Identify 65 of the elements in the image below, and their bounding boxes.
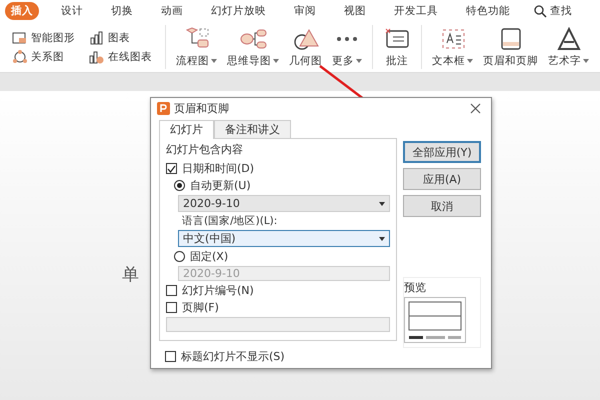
toolbar-button[interactable]: 思维导图 xyxy=(222,26,284,68)
group-label: 幻灯片包含内容 xyxy=(166,142,244,157)
toolbar-button[interactable]: 在线图表 xyxy=(89,50,152,64)
mind-map-icon xyxy=(239,26,267,50)
app-logo-icon xyxy=(157,102,170,114)
caret-icon xyxy=(273,58,279,62)
radio-option[interactable]: 自动更新(U) xyxy=(166,178,390,193)
language-label: 语言(国家/地区)(L): xyxy=(182,214,278,228)
language-dropdown[interactable]: 中文(中国) xyxy=(178,230,390,247)
art-letter-icon xyxy=(554,26,582,50)
caret-icon xyxy=(356,58,362,62)
dialog-button[interactable]: 取消 xyxy=(403,195,481,217)
close-icon[interactable] xyxy=(470,102,481,114)
ribbon-tab[interactable]: 幻灯片放映 xyxy=(205,2,272,20)
dialog-button[interactable]: 全部应用(Y) xyxy=(403,141,481,163)
slide-subtitle: 单 xyxy=(122,264,139,286)
search-button[interactable]: 查找 xyxy=(534,4,572,18)
ribbon-tab[interactable]: 视图 xyxy=(338,2,372,20)
smart-shape-icon xyxy=(12,30,28,44)
dialog-title: 页眉和页脚 xyxy=(174,100,229,116)
caret-icon xyxy=(467,58,473,62)
slide-preview-drawing xyxy=(404,297,466,343)
preview-label: 预览 xyxy=(404,280,426,295)
toolbar-button[interactable]: 图表 xyxy=(89,30,152,44)
dropdown-arrow-icon xyxy=(379,202,385,206)
date-format-dropdown[interactable]: 2020-9-10 xyxy=(178,195,390,212)
radio-button[interactable] xyxy=(174,251,185,262)
checkbox[interactable] xyxy=(165,351,176,362)
checkbox-option[interactable]: 幻灯片编号(N) xyxy=(166,283,390,298)
toolbar-button[interactable]: 流程图 xyxy=(171,26,222,68)
toolbar-button[interactable]: 艺术字 xyxy=(543,26,594,68)
ribbon-tab[interactable]: 开发工具 xyxy=(388,2,444,20)
shapes-icon xyxy=(292,26,320,50)
toolbar-button[interactable]: 更多 xyxy=(327,26,367,68)
ribbon-tab[interactable]: 切换 xyxy=(105,2,139,20)
online-chart-icon xyxy=(89,50,105,64)
checkbox[interactable] xyxy=(166,302,177,313)
checkbox-option[interactable]: 日期和时间(D) xyxy=(166,161,390,176)
bar-chart-icon xyxy=(89,30,105,44)
dialog-button[interactable]: 应用(A) xyxy=(403,168,481,190)
toolbar-button[interactable]: 页眉和页脚 xyxy=(478,26,543,68)
ribbon-tab[interactable]: 动画 xyxy=(155,2,189,20)
caret-icon xyxy=(211,58,217,62)
ribbon-tab[interactable]: 设计 xyxy=(55,2,89,20)
dropdown-arrow-icon xyxy=(379,236,385,240)
more-icon xyxy=(337,36,357,40)
checkbox[interactable] xyxy=(166,285,177,296)
radio-button[interactable] xyxy=(174,180,185,191)
dialog-tab[interactable]: 幻灯片 xyxy=(159,120,214,139)
toolbar-button[interactable]: 关系图 xyxy=(12,50,75,64)
checkbox-option[interactable]: 标题幻灯片不显示(S) xyxy=(159,349,397,364)
ribbon-tab[interactable]: 特色功能 xyxy=(460,2,516,20)
ribbon-tab[interactable]: 审阅 xyxy=(288,2,322,20)
toolbar-button[interactable]: 文本框 xyxy=(427,26,478,68)
toolbar-button[interactable]: 智能图形 xyxy=(12,30,75,44)
checkbox[interactable] xyxy=(166,163,177,174)
radio-option[interactable]: 固定(X) xyxy=(166,249,390,264)
comment-icon xyxy=(383,26,411,50)
toolbar-button[interactable]: 批注 xyxy=(378,26,416,68)
checkbox-option[interactable]: 页脚(F) xyxy=(166,300,390,315)
cycle-diagram-icon xyxy=(12,50,28,64)
caret-icon xyxy=(583,58,589,62)
toolbar-button[interactable]: 几何图 xyxy=(284,26,327,68)
search-icon xyxy=(534,4,547,18)
dialog-tab[interactable]: 备注和讲义 xyxy=(214,120,291,138)
